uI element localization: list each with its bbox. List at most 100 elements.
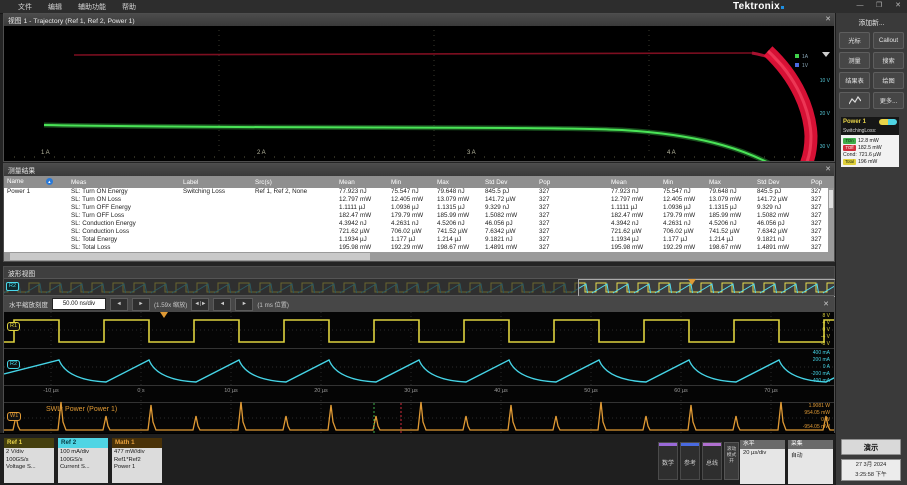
demo-button[interactable]: 演示 bbox=[841, 439, 901, 455]
y-axis-label: -8 V bbox=[821, 341, 830, 347]
menu-item[interactable]: 编辑 bbox=[48, 2, 62, 12]
sidebar-button-5[interactable]: 结果表 bbox=[839, 72, 870, 89]
horizontal-scrollbar[interactable] bbox=[4, 252, 834, 261]
vertical-scrollbar[interactable] bbox=[828, 188, 834, 252]
waveform-title: 波形视图 bbox=[8, 268, 35, 278]
badge-line: Ref1*Ref2 bbox=[114, 457, 160, 465]
cell: 721.62 µW bbox=[608, 228, 660, 236]
cell: 706.02 µW bbox=[660, 228, 706, 236]
minimize-button[interactable]: — bbox=[854, 0, 866, 12]
waveform-handle-r2[interactable]: R2 bbox=[7, 360, 20, 369]
menu-item[interactable]: 辅助功能 bbox=[78, 2, 106, 12]
cell: 327 bbox=[536, 212, 566, 220]
sidebar-button-4[interactable]: 搜索 bbox=[873, 52, 904, 69]
scroll-handle[interactable] bbox=[10, 253, 370, 260]
waveform-handle-w1[interactable]: W1 bbox=[7, 412, 21, 421]
cell: 13.079 mW bbox=[706, 196, 754, 204]
loss-value: 721.6 µW bbox=[859, 152, 881, 158]
channel-badge-ref1[interactable]: Ref 12 V/div100GS/sVoltage S... bbox=[4, 438, 54, 483]
table-row[interactable]: SL: Conduction Energy4.3942 nJ4.2631 nJ4… bbox=[4, 220, 834, 228]
table-row[interactable]: SL: Turn ON Loss12.797 mW12.405 mW13.079… bbox=[4, 196, 834, 204]
column-header: Min bbox=[660, 179, 706, 186]
y-axis-label: 4 V bbox=[822, 320, 830, 326]
add-button-label: 数学 bbox=[659, 458, 677, 467]
restore-button[interactable]: ❐ bbox=[873, 0, 885, 12]
pan-left-button[interactable]: ◄ bbox=[213, 298, 231, 311]
cell bbox=[4, 228, 68, 236]
results-table-body: Power 1SL: Turn ON EnergySwitching LossR… bbox=[4, 188, 834, 252]
table-row[interactable]: SL: Turn OFF Energy1.1111 µJ1.0936 µJ1.1… bbox=[4, 204, 834, 212]
roll-mode-button[interactable]: 滚动 模式 开 bbox=[724, 442, 739, 480]
column-header: Label bbox=[180, 179, 252, 186]
table-row[interactable]: SL: Total Energy1.1934 µJ1.177 µJ1.214 µ… bbox=[4, 236, 834, 244]
accent-stripe bbox=[659, 443, 677, 446]
close-zoom-icon[interactable]: ✕ bbox=[823, 300, 829, 308]
waveform-titlebar[interactable]: 波形视图 bbox=[4, 267, 834, 278]
table-row[interactable]: SL: Total Loss195.98 mW192.29 mW198.67 m… bbox=[4, 244, 834, 252]
sidebar-button-6[interactable]: 绘图 bbox=[873, 72, 904, 89]
cell bbox=[252, 236, 336, 244]
close-button[interactable]: ✕ bbox=[892, 0, 904, 12]
zoom-out-button[interactable]: ◄ bbox=[110, 298, 128, 311]
power-measurement-badge[interactable]: Power 1 SwitchingLoss: TOn12.8 mWTOff182… bbox=[841, 117, 899, 167]
sidebar-button-1[interactable]: 光标 bbox=[839, 32, 870, 49]
cell: 327 bbox=[536, 188, 566, 196]
waveform-handle-r1[interactable]: R1 bbox=[7, 322, 20, 331]
plot-icon-button[interactable] bbox=[839, 92, 870, 109]
acquisition-badge-title: 采集 bbox=[788, 440, 833, 449]
close-icon[interactable]: ✕ bbox=[825, 14, 831, 26]
add-bus-button[interactable]: 总线 bbox=[702, 442, 722, 480]
cell: 1.0936 µJ bbox=[660, 204, 706, 212]
pan-right-button[interactable]: ► bbox=[235, 298, 253, 311]
bottom-badge-strip: Ref 12 V/div100GS/sVoltage S...Ref 2100 … bbox=[0, 433, 835, 485]
cell bbox=[566, 236, 608, 244]
close-icon[interactable]: ✕ bbox=[825, 164, 831, 176]
channel-badge-ref2[interactable]: Ref 2100 mA/div100GS/sCurrent S... bbox=[58, 438, 108, 483]
cell: 845.5 pJ bbox=[482, 188, 536, 196]
table-row[interactable]: Power 1SL: Turn ON EnergySwitching LossR… bbox=[4, 188, 834, 196]
badge-title: Ref 2 bbox=[58, 438, 108, 448]
zoom-scale-field[interactable]: 50.00 ns/div bbox=[52, 298, 106, 310]
cell: 12.405 mW bbox=[660, 196, 706, 204]
badge-body: 477 mW/divRef1*Ref2Power 1 bbox=[112, 448, 162, 483]
table-row[interactable]: SL: Conduction Loss721.62 µW706.02 µW741… bbox=[4, 228, 834, 236]
acquisition-badge[interactable]: 采集 自动 bbox=[788, 440, 833, 484]
time-axis-label: 30 µs bbox=[396, 388, 426, 394]
overview-handle[interactable]: R2 bbox=[6, 282, 19, 291]
sidebar-button-3[interactable]: 测量 bbox=[839, 52, 870, 69]
add-math-button[interactable]: 数学 bbox=[658, 442, 678, 480]
trajectory-window: 视图 1 - Trajectory (Ref 1, Ref 2, Power 1… bbox=[3, 13, 835, 162]
sidebar: 添加新... 光标Callout测量搜索结果表绘图更多... Power 1 S… bbox=[835, 13, 907, 485]
horizontal-badge[interactable]: 水平 20 µs/div bbox=[740, 440, 785, 484]
cell: 1.0936 µJ bbox=[388, 204, 434, 212]
trigger-marker-icon[interactable] bbox=[688, 279, 696, 285]
sidebar-button-2[interactable]: Callout bbox=[873, 32, 904, 49]
cell bbox=[566, 212, 608, 220]
cell: 741.52 µW bbox=[706, 228, 754, 236]
zoom-region-box[interactable] bbox=[578, 279, 836, 297]
trajectory-plot[interactable]: 1 A2 A3 A4 A10 V20 V30 V1A1V bbox=[4, 26, 834, 161]
sidebar-button-more[interactable]: 更多... bbox=[873, 92, 904, 109]
table-row[interactable]: SL: Turn OFF Loss182.47 mW179.79 mW185.9… bbox=[4, 212, 834, 220]
y-axis-label: 1.9081 W bbox=[809, 403, 830, 409]
cell: 7.6342 µW bbox=[754, 228, 808, 236]
trajectory-titlebar[interactable]: 视图 1 - Trajectory (Ref 1, Ref 2, Power 1… bbox=[4, 14, 834, 26]
results-title: 测量结果 bbox=[8, 165, 35, 175]
badge-line: 100GS/s bbox=[60, 457, 106, 465]
cell: 12.405 mW bbox=[388, 196, 434, 204]
zoom-in-button[interactable]: ► bbox=[132, 298, 150, 311]
channel-badge-math1[interactable]: Math 1477 mW/divRef1*Ref2Power 1 bbox=[112, 438, 162, 483]
menu-item[interactable]: 文件 bbox=[18, 2, 32, 12]
svg-text:1 A: 1 A bbox=[41, 150, 50, 156]
results-titlebar[interactable]: 测量结果 ✕ bbox=[4, 164, 834, 176]
cell: 198.67 mW bbox=[434, 244, 482, 252]
waveform-grid[interactable]: SWL: Power (Power 1) 8 V4 V0 V-4 V-8 V40… bbox=[4, 312, 834, 434]
add-ref-button[interactable]: 参考 bbox=[680, 442, 700, 480]
cell: 721.62 µW bbox=[336, 228, 388, 236]
waveform-overview[interactable]: R2 bbox=[4, 278, 834, 296]
sort-icon[interactable]: ▲ bbox=[46, 178, 53, 185]
pan-center-button[interactable]: ◄|► bbox=[191, 298, 209, 311]
menu-item[interactable]: 帮助 bbox=[122, 2, 136, 12]
scroll-handle[interactable] bbox=[829, 190, 833, 208]
cell bbox=[566, 220, 608, 228]
